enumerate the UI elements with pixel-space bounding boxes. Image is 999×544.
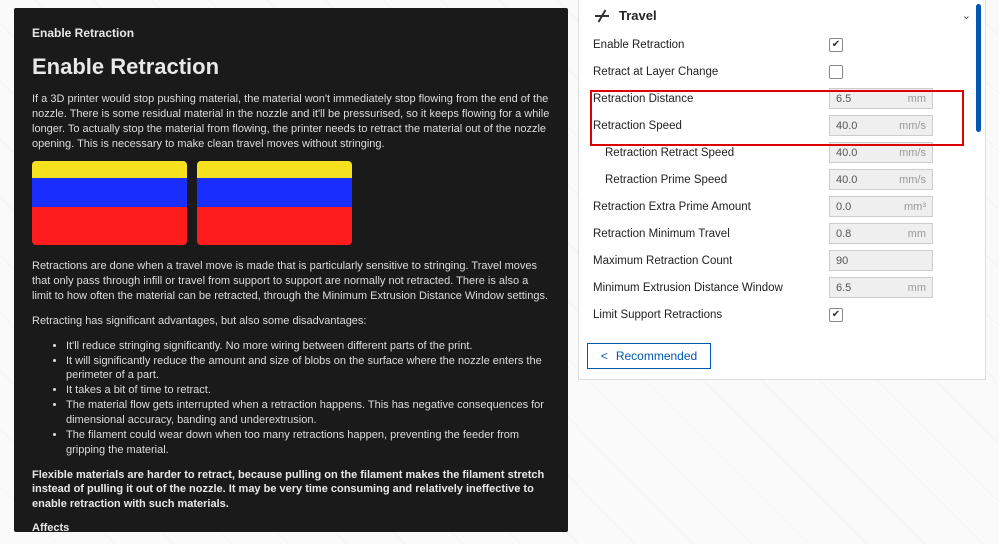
setting-row: Retraction Speed 40.0 mm/s — [579, 112, 985, 139]
setting-name: Retraction Prime Speed — [593, 174, 829, 186]
setting-value: 40.0 — [836, 120, 857, 132]
tooltip-bullet: It takes a bit of time to retract. — [66, 383, 550, 398]
help-tooltip: Enable Retraction Enable Retraction If a… — [14, 8, 568, 532]
setting-row: Retraction Minimum Travel 0.8 mm — [579, 220, 985, 247]
setting-name: Retract at Layer Change — [593, 66, 829, 78]
setting-checkbox[interactable] — [829, 38, 843, 52]
setting-value: 90 — [836, 255, 848, 267]
setting-checkbox[interactable] — [829, 308, 843, 322]
setting-name: Minimum Extrusion Distance Window — [593, 282, 829, 294]
setting-row: Retraction Extra Prime Amount 0.0 mm³ — [579, 193, 985, 220]
setting-unit: mm³ — [904, 201, 926, 213]
recommended-button[interactable]: < Recommended — [587, 343, 711, 369]
setting-row: Enable Retraction — [579, 31, 985, 58]
recommended-label: Recommended — [616, 349, 697, 363]
setting-field[interactable]: 40.0 mm/s — [829, 142, 933, 163]
setting-row: Retraction Distance 6.5 mm — [579, 85, 985, 112]
setting-name: Retraction Speed — [593, 120, 829, 132]
setting-field[interactable]: 40.0 mm/s — [829, 115, 933, 136]
section-title: Travel — [619, 8, 657, 23]
illustration-part — [32, 161, 187, 245]
tooltip-affects-heading: Affects — [32, 522, 550, 532]
tooltip-para-1: If a 3D printer would stop pushing mater… — [32, 92, 550, 151]
chevron-left-icon: < — [601, 349, 608, 363]
tooltip-para-3: Retracting has significant advantages, b… — [32, 314, 550, 329]
setting-row: Minimum Extrusion Distance Window 6.5 mm — [579, 274, 985, 301]
setting-value: 6.5 — [836, 282, 851, 294]
tooltip-illustration — [32, 161, 352, 245]
tooltip-bullet: The filament could wear down when too ma… — [66, 428, 550, 458]
setting-field[interactable]: 40.0 mm/s — [829, 169, 933, 190]
tooltip-para-4: Flexible materials are harder to retract… — [32, 468, 550, 513]
tooltip-bullet: It'll reduce stringing significantly. No… — [66, 339, 550, 354]
setting-row: Maximum Retraction Count 90 — [579, 247, 985, 274]
setting-row: Retraction Prime Speed 40.0 mm/s — [579, 166, 985, 193]
tooltip-title: Enable Retraction — [32, 54, 550, 80]
illustration-part — [197, 161, 352, 245]
setting-value: 40.0 — [836, 174, 857, 186]
settings-panel: Travel ⌄ Enable Retraction Retract at Lay… — [578, 0, 986, 380]
setting-unit: mm — [908, 282, 926, 294]
setting-field[interactable]: 6.5 mm — [829, 277, 933, 298]
setting-value: 0.8 — [836, 228, 851, 240]
setting-name: Retraction Retract Speed — [593, 147, 829, 159]
tooltip-para-2: Retractions are done when a travel move … — [32, 259, 550, 304]
setting-name: Retraction Minimum Travel — [593, 228, 829, 240]
tooltip-bullet: It will significantly reduce the amount … — [66, 354, 550, 384]
build-plate-bg-under-panel — [578, 380, 999, 544]
tooltip-bullets: It'll reduce stringing significantly. No… — [66, 339, 550, 458]
setting-name: Limit Support Retractions — [593, 309, 829, 321]
setting-name: Retraction Distance — [593, 93, 829, 105]
travel-icon — [593, 9, 611, 23]
settings-rows: Enable Retraction Retract at Layer Change… — [579, 29, 985, 334]
setting-field[interactable]: 90 — [829, 250, 933, 271]
setting-checkbox[interactable] — [829, 65, 843, 79]
section-header-travel[interactable]: Travel ⌄ — [579, 0, 985, 29]
setting-field[interactable]: 0.8 mm — [829, 223, 933, 244]
setting-name: Enable Retraction — [593, 39, 829, 51]
setting-value: 6.5 — [836, 93, 851, 105]
setting-unit: mm/s — [899, 174, 926, 186]
setting-unit: mm/s — [899, 147, 926, 159]
setting-name: Retraction Extra Prime Amount — [593, 201, 829, 213]
setting-unit: mm — [908, 228, 926, 240]
setting-value: 0.0 — [836, 201, 851, 213]
setting-value: 40.0 — [836, 147, 857, 159]
tooltip-crumb: Enable Retraction — [32, 26, 550, 40]
setting-unit: mm — [908, 93, 926, 105]
chevron-down-icon: ⌄ — [962, 9, 971, 22]
setting-field[interactable]: 6.5 mm — [829, 88, 933, 109]
setting-unit: mm/s — [899, 120, 926, 132]
setting-row: Retraction Retract Speed 40.0 mm/s — [579, 139, 985, 166]
setting-name: Maximum Retraction Count — [593, 255, 829, 267]
setting-row: Retract at Layer Change — [579, 58, 985, 85]
setting-field[interactable]: 0.0 mm³ — [829, 196, 933, 217]
setting-row: Limit Support Retractions — [579, 301, 985, 328]
tooltip-bullet: The material flow gets interrupted when … — [66, 398, 550, 428]
